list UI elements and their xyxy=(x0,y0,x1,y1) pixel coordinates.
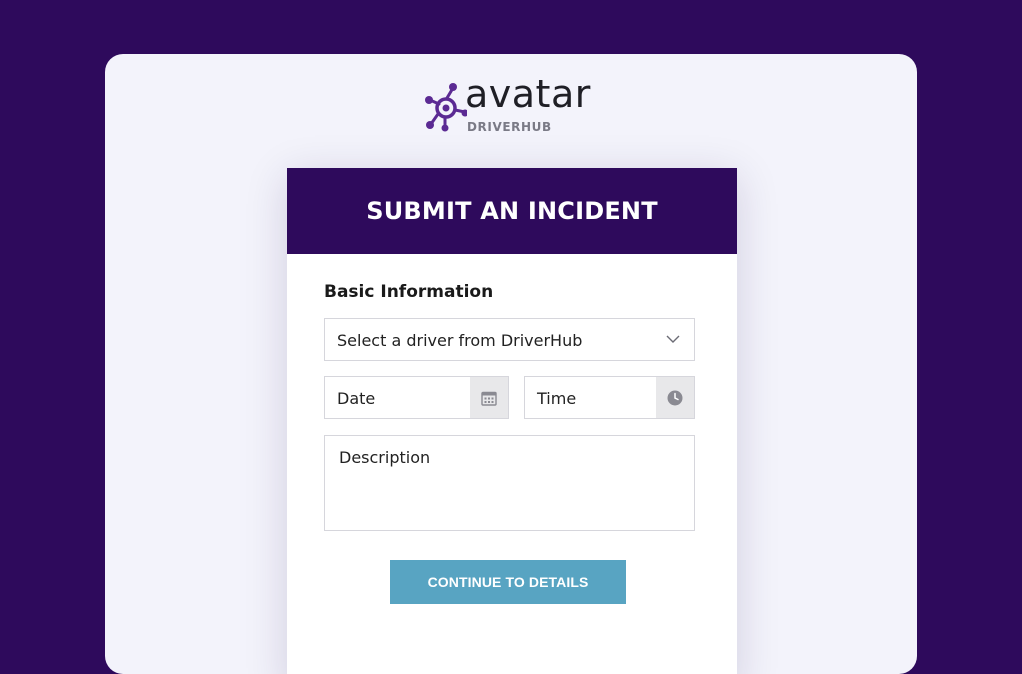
clock-icon xyxy=(667,390,683,405)
continue-button[interactable]: CONTINUE TO DETAILS xyxy=(390,560,626,604)
date-picker-button[interactable] xyxy=(470,377,508,418)
brand-name: avatar xyxy=(465,72,591,116)
description-textarea[interactable]: Description xyxy=(324,435,695,531)
date-placeholder: Date xyxy=(337,389,376,408)
avatar-driverhub-logo: avatar DRIVERHUB xyxy=(425,72,595,138)
outer-card: avatar DRIVERHUB SUBMIT AN INCIDENT Basi… xyxy=(105,54,917,674)
chevron-down-icon xyxy=(666,335,680,343)
incident-form: SUBMIT AN INCIDENT Basic Information Sel… xyxy=(287,168,737,674)
section-title: Basic Information xyxy=(324,282,494,302)
time-placeholder: Time xyxy=(537,389,577,408)
form-title: SUBMIT AN INCIDENT xyxy=(287,168,737,254)
time-picker-button[interactable] xyxy=(656,377,694,418)
brand-sub: DRIVERHUB xyxy=(467,120,552,134)
driver-select-value: Select a driver from DriverHub xyxy=(337,331,583,350)
driver-select[interactable]: Select a driver from DriverHub xyxy=(324,318,695,361)
time-field[interactable]: Time xyxy=(524,376,695,419)
network-node-icon xyxy=(425,83,467,132)
description-placeholder: Description xyxy=(339,448,431,467)
date-field[interactable]: Date xyxy=(324,376,509,419)
calendar-icon xyxy=(481,391,497,406)
